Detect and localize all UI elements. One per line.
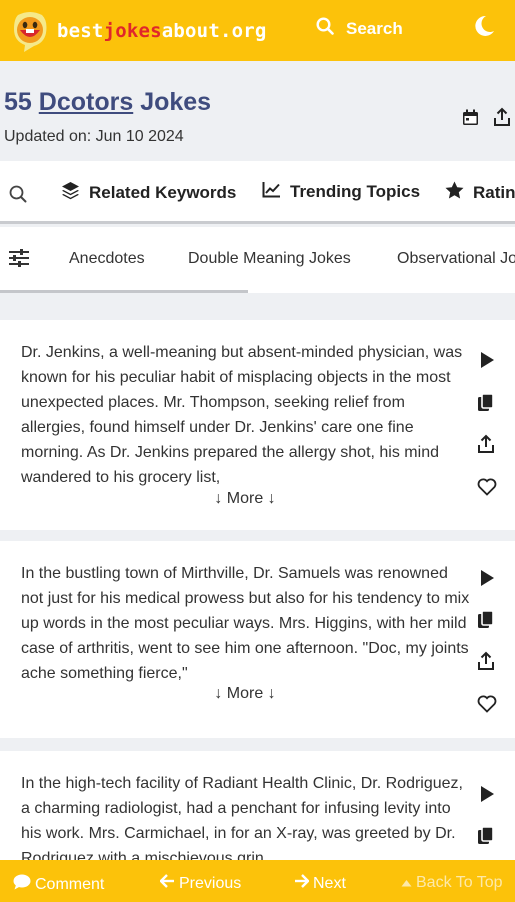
layers-icon xyxy=(61,181,89,205)
site-header: bestjokesabout.org Search xyxy=(0,0,515,61)
ratings-link[interactable]: Ratin xyxy=(445,181,515,204)
search-label: Search xyxy=(346,18,403,38)
heart-icon[interactable] xyxy=(477,478,497,501)
page-title: 55 Dcotors Jokes xyxy=(4,88,211,117)
comment-icon xyxy=(13,874,35,895)
filter-sliders-icon[interactable] xyxy=(9,249,29,272)
site-logo[interactable]: bestjokesabout.org xyxy=(12,11,267,52)
heart-icon[interactable] xyxy=(477,695,497,718)
next-label: Next xyxy=(313,874,346,892)
previous-label: Previous xyxy=(179,874,242,892)
title-section: 55 Dcotors Jokes Updated on: Jun 10 2024 xyxy=(0,61,515,161)
play-icon[interactable] xyxy=(479,785,495,808)
copy-icon[interactable] xyxy=(477,826,495,851)
arrow-right-icon xyxy=(294,874,313,893)
dark-mode-toggle[interactable] xyxy=(472,14,496,43)
logo-prefix: best xyxy=(57,19,104,42)
search-button[interactable]: Search xyxy=(316,17,403,40)
calendar-icon[interactable] xyxy=(462,109,479,131)
tab-scroll-indicator xyxy=(0,290,248,293)
caret-up-icon xyxy=(401,874,416,892)
trending-topics-label: Trending Topics xyxy=(290,182,421,201)
moon-icon xyxy=(472,15,496,42)
trending-topics-link[interactable]: Trending Topics xyxy=(262,181,420,203)
logo-face-icon xyxy=(12,11,48,52)
copy-icon[interactable] xyxy=(477,393,495,418)
joke-card: Dr. Jenkins, a well-meaning but absent-m… xyxy=(0,320,515,530)
tab-double-meaning-jokes[interactable]: Double Meaning Jokes xyxy=(188,250,351,268)
category-tabs: Anecdotes Double Meaning Jokes Observati… xyxy=(0,227,515,293)
share-icon[interactable] xyxy=(477,651,495,676)
share-icon[interactable] xyxy=(493,107,511,132)
comment-button[interactable]: Comment xyxy=(13,874,104,895)
chart-line-icon xyxy=(262,181,290,203)
tab-anecdotes[interactable]: Anecdotes xyxy=(69,250,145,268)
play-icon[interactable] xyxy=(479,569,495,592)
joke-card: In the bustling town of Mirthville, Dr. … xyxy=(0,541,515,738)
joke-card: In the high-tech facility of Radiant Hea… xyxy=(0,751,515,871)
title-count: 55 xyxy=(4,88,32,116)
next-button[interactable]: Next xyxy=(294,874,346,893)
updated-date: Updated on: Jun 10 2024 xyxy=(4,128,184,145)
logo-suffix: about.org xyxy=(161,19,267,42)
arrow-left-icon xyxy=(159,874,179,893)
logo-text: bestjokesabout.org xyxy=(57,20,267,42)
back-to-top-button[interactable]: Back To Top xyxy=(401,874,503,892)
search-icon xyxy=(316,17,334,40)
more-button[interactable]: ↓ More ↓ xyxy=(0,490,490,508)
related-keywords-label: Related Keywords xyxy=(89,183,237,202)
back-to-top-label: Back To Top xyxy=(416,874,503,891)
keyword-bar: Related Keywords Trending Topics Ratin xyxy=(0,161,515,224)
joke-text: Dr. Jenkins, a well-meaning but absent-m… xyxy=(21,344,463,486)
comment-label: Comment xyxy=(35,875,105,893)
title-suffix: Jokes xyxy=(140,88,212,116)
share-icon[interactable] xyxy=(477,434,495,459)
joke-text: In the high-tech facility of Radiant Hea… xyxy=(21,775,463,867)
copy-icon[interactable] xyxy=(477,610,495,635)
title-topic-link[interactable]: Dcotors xyxy=(39,88,133,116)
play-icon[interactable] xyxy=(479,351,495,374)
related-keywords-link[interactable]: Related Keywords xyxy=(61,181,236,205)
more-button[interactable]: ↓ More ↓ xyxy=(0,685,490,703)
footer-nav: Comment Previous Next Back To Top xyxy=(0,860,515,902)
previous-button[interactable]: Previous xyxy=(159,874,242,893)
ratings-label: Ratin xyxy=(473,182,515,202)
joke-text: In the bustling town of Mirthville, Dr. … xyxy=(21,565,470,682)
logo-highlight: jokes xyxy=(103,19,162,42)
star-icon xyxy=(445,181,473,204)
search-icon[interactable] xyxy=(9,185,27,208)
tab-observational-jokes[interactable]: Observational Jo xyxy=(397,250,515,268)
